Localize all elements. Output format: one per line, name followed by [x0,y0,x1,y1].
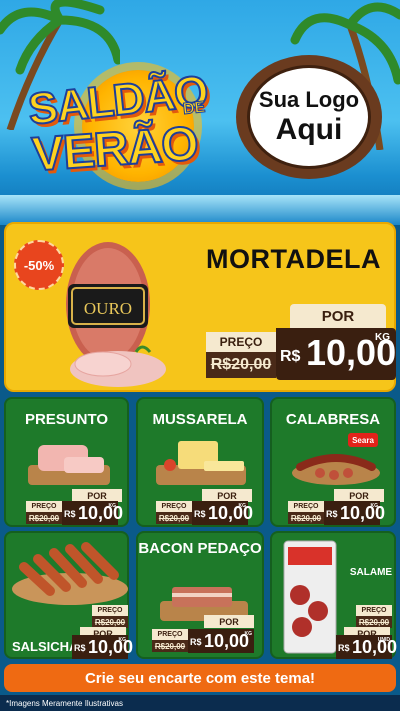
new-price-box: R$ 10,00 KG [188,629,254,653]
mussarela-image [156,441,246,485]
footer-disclaimer: *Imagens Meramente Ilustrativas [0,695,400,711]
new-price: 10,00 [340,503,386,523]
preco-label: PREÇO [92,605,128,616]
preco-label: PREÇO [152,629,188,640]
currency: R$ [280,348,301,365]
preco-label: PREÇO [156,501,192,512]
por-label: POR [204,615,254,628]
currency: R$ [74,643,86,653]
preco-label: PREÇO [288,501,324,512]
create-flyer-button[interactable]: Crie seu encarte com este tema! [4,664,396,692]
mortadela-image: OURO [66,242,166,387]
currency: R$ [194,509,206,519]
unit: UNID [377,637,390,643]
new-price-box: R$ 10,00 KG [324,501,385,525]
salame-image [283,540,337,654]
product-name: PRESUNTO [24,411,109,428]
new-price-box: R$ 10,00 KG [72,635,133,659]
product-card-presunto[interactable]: PRESUNTO POR PREÇO R$20,00 R$ 10,00 KG [4,397,129,527]
logo-text-2: Aqui [275,112,343,146]
preco-label: PREÇO [26,501,62,512]
product-name: CALABRESA [285,411,381,428]
old-price: R$20,00 [156,512,192,524]
new-price: 10,00 [88,637,134,657]
new-price: 10,00 [78,503,124,523]
preco-label: PREÇO [206,332,276,352]
salsicha-image [12,542,128,605]
old-price: R$20,00 [206,352,276,378]
product-card-salame[interactable]: SALAME PREÇO R$20,00 POR R$ 10,00 UNID [270,531,397,659]
unit: KG [238,503,247,509]
currency: R$ [338,643,350,653]
product-card-calabresa[interactable]: CALABRESA Seara POR PREÇO R$20,00 R$ 10,… [270,397,396,527]
discount-badge: -50% [14,240,64,290]
unit: KG [370,503,379,509]
unit: KG [244,631,253,637]
new-price: 10,00 [352,637,398,657]
new-price: 10,00 [208,503,254,523]
old-price: R$20,00 [152,640,188,652]
new-price-box: R$ 10,00 UNID [336,635,397,659]
new-price: 10,00 [204,631,250,651]
product-card-bacon[interactable]: BACON PEDAÇO POR PREÇO R$20,00 R$ 10,00 … [136,531,264,659]
old-price: R$20,00 [26,512,62,524]
por-label: POR [290,304,386,328]
new-price-box: R$ 10,00 KG [276,328,396,380]
old-price: R$20,00 [288,512,324,524]
unit: KG [118,637,127,643]
sea-background [0,195,400,225]
product-name: SALAME [349,567,393,578]
product-name: MUSSARELA [152,411,248,428]
featured-product-name: MORTADELA [206,244,381,274]
promo-title: SALDÃO DE VERÃO [18,66,228,183]
product-card-mussarela[interactable]: MUSSARELA POR PREÇO R$20,00 R$ 10,00 KG [136,397,264,527]
currency: R$ [190,637,202,647]
logo-placeholder[interactable]: Sua Logo Aqui [236,55,382,179]
new-price-box: R$ 10,00 KG [192,501,253,525]
preco-label: PREÇO [356,605,392,616]
product-card-salsicha[interactable]: SALSICHA PREÇO R$20,00 POR R$ 10,00 KG [4,531,133,659]
logo-text-1: Sua Logo [258,87,360,113]
new-price-box: R$ 10,00 KG [62,501,123,525]
unit: KG [375,332,390,343]
brand-label: Seara [352,436,374,445]
calabresa-image: Seara [292,433,380,485]
product-name: BACON PEDAÇO [138,540,262,557]
currency: R$ [64,509,76,519]
product-name: SALSICHA [12,639,79,654]
brand-label: OURO [84,299,132,318]
currency: R$ [326,509,338,519]
featured-product-card[interactable]: OURO -50% MORTADELA POR PREÇO R$20,00 R$… [4,222,396,392]
unit: KG [108,503,117,509]
title-line-2: VERÃO [29,116,200,182]
presunto-image [28,445,110,485]
